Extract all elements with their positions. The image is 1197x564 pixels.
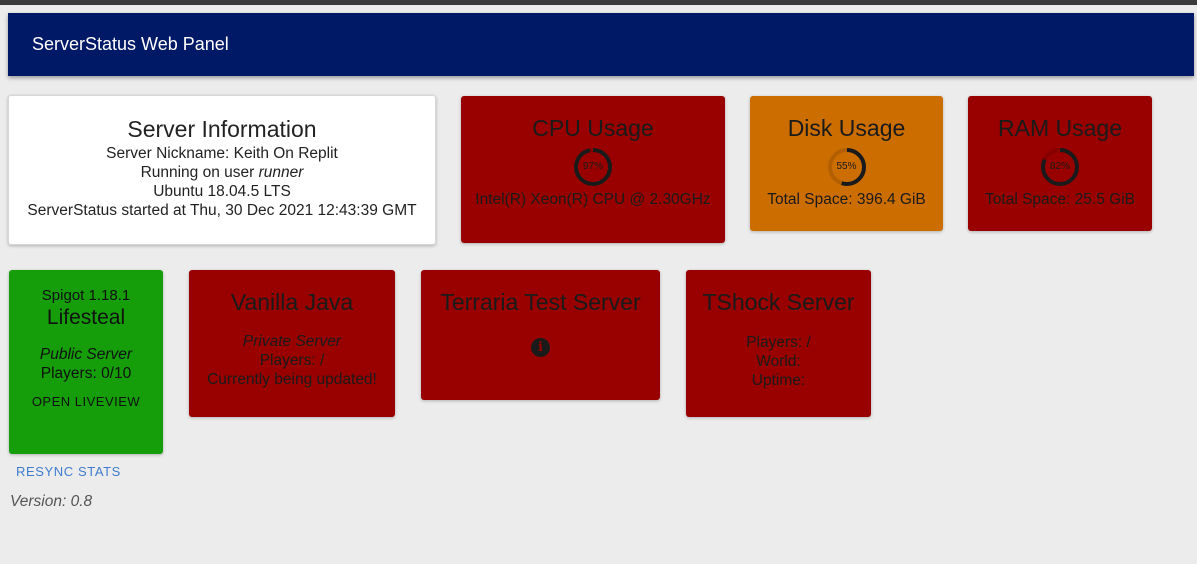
disk-usage-card: Disk Usage 55% Total Space: 396.4 GiB: [750, 96, 943, 231]
open-liveview-button[interactable]: OPEN LIVEVIEW: [26, 392, 146, 411]
server-nickname: Server Nickname: Keith On Replit: [106, 145, 338, 162]
ram-gauge-value: 82%: [1049, 161, 1070, 172]
resync-stats-button[interactable]: RESYNC STATS: [11, 462, 126, 481]
server-name: Terraria Test Server: [440, 289, 641, 315]
server-visibility: Private Server: [242, 333, 342, 350]
running-prefix: Running on user: [140, 164, 259, 181]
version-label: Version: 0.8: [10, 493, 93, 510]
cpu-usage-title: CPU Usage: [532, 115, 654, 141]
server-name: TShock Server: [702, 289, 855, 315]
server-information-card: Server Information Server Nickname: Keit…: [8, 95, 436, 245]
server-information-title: Server Information: [127, 116, 317, 142]
running-user: runner: [258, 164, 304, 181]
disk-gauge: 55%: [827, 147, 867, 187]
cpu-model: Intel(R) Xeon(R) CPU @ 2.30GHz: [475, 191, 711, 208]
running-on-user: Running on user runner: [9, 163, 435, 182]
server-card-lifesteal: Spigot 1.18.1 Lifesteal Public Server Pl…: [9, 270, 163, 454]
disk-gauge-value: 55%: [836, 161, 857, 172]
ram-total-space: Total Space: 25.5 GiB: [985, 191, 1135, 208]
server-version: Spigot 1.18.1: [41, 287, 131, 304]
ram-gauge: 82%: [1040, 147, 1080, 187]
server-uptime: Uptime:: [751, 372, 806, 389]
server-visibility: Public Server: [39, 346, 133, 363]
ram-usage-card: RAM Usage 82% Total Space: 25.5 GiB: [968, 96, 1152, 231]
cpu-usage-card: CPU Usage 97% Intel(R) Xeon(R) CPU @ 2.3…: [461, 96, 725, 243]
server-world: World:: [756, 353, 801, 370]
server-players: Players: 0/10: [40, 365, 132, 382]
server-card-terraria-test: Terraria Test Server i: [421, 270, 660, 400]
server-players: Players: /: [746, 334, 811, 351]
server-card-tshock: TShock Server Players: / World: Uptime:: [686, 270, 871, 417]
os-version: Ubuntu 18.04.5 LTS: [153, 183, 291, 200]
window-top-strip: [0, 0, 1197, 5]
disk-total-space: Total Space: 396.4 GiB: [767, 191, 926, 208]
ram-usage-title: RAM Usage: [998, 115, 1122, 141]
app-title: ServerStatus Web Panel: [32, 34, 229, 54]
cpu-gauge: 97%: [573, 147, 613, 187]
cpu-gauge-value: 97%: [582, 161, 603, 172]
server-card-vanilla-java: Vanilla Java Private Server Players: / C…: [189, 270, 395, 417]
server-status: Currently being updated!: [207, 371, 377, 388]
disk-usage-title: Disk Usage: [787, 115, 906, 141]
info-icon[interactable]: i: [531, 338, 550, 357]
server-name: Vanilla Java: [230, 289, 354, 315]
started-at: ServerStatus started at Thu, 30 Dec 2021…: [27, 202, 417, 219]
server-name: Lifesteal: [46, 306, 126, 329]
app-bar: ServerStatus Web Panel: [8, 13, 1194, 76]
server-players: Players: /: [259, 352, 325, 369]
